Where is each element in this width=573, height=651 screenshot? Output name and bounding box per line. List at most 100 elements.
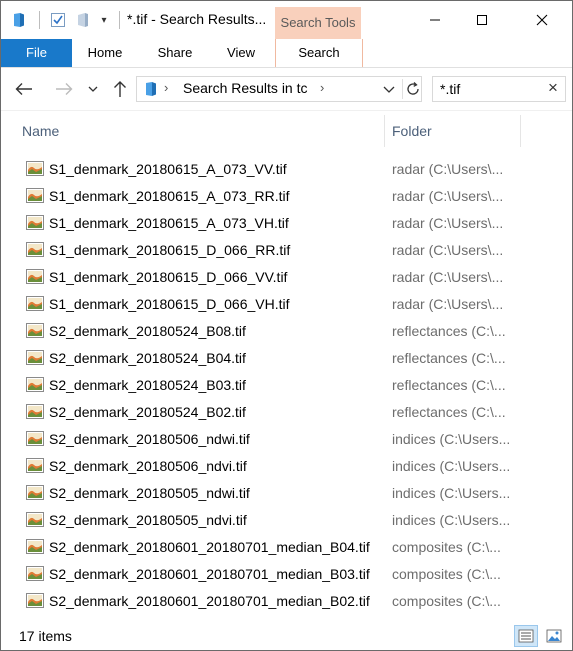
table-row[interactable]: S2_denmark_20180506_ndwi.tif indices (C:\…	[1, 426, 572, 453]
file-folder: radar (C:\Users\...	[392, 269, 504, 285]
new-folder-icon[interactable]	[75, 11, 91, 29]
table-row[interactable]: S2_denmark_20180524_B03.tif reflectances …	[1, 372, 572, 399]
item-count: 17 items	[19, 628, 72, 644]
image-file-icon	[26, 242, 44, 257]
file-name[interactable]: S2_denmark_20180601_20180701_median_B03.…	[49, 566, 370, 582]
back-button[interactable]	[11, 78, 37, 100]
table-row[interactable]: S2_denmark_20180505_ndvi.tif indices (C:\…	[1, 507, 572, 534]
properties-icon[interactable]	[49, 11, 67, 29]
file-name[interactable]: S2_denmark_20180505_ndvi.tif	[49, 512, 247, 528]
table-row[interactable]: S2_denmark_20180601_20180701_median_B04.…	[1, 534, 572, 561]
tab-file[interactable]: File	[1, 39, 72, 67]
breadcrumb-chevron-icon[interactable]: ›	[164, 80, 168, 95]
forward-arrow-icon	[56, 83, 73, 95]
table-row[interactable]: S2_denmark_20180524_B02.tif reflectances …	[1, 399, 572, 426]
folder-icon[interactable]	[10, 11, 28, 29]
clear-search-icon[interactable]: ×	[543, 78, 563, 98]
tab-view[interactable]: View	[212, 39, 270, 67]
navigation-bar: › Search Results in tc › *.tif ×	[1, 68, 572, 111]
file-name[interactable]: S2_denmark_20180506_ndwi.tif	[49, 431, 250, 447]
column-divider[interactable]	[384, 115, 385, 147]
maximize-icon	[477, 15, 487, 25]
file-folder: radar (C:\Users\...	[392, 215, 504, 231]
breadcrumb-chevron-icon[interactable]: ›	[320, 80, 324, 95]
refresh-button[interactable]	[402, 79, 423, 99]
file-folder: reflectances (C:\...	[392, 404, 506, 420]
file-name[interactable]: S1_denmark_20180615_A_073_VV.tif	[49, 161, 287, 177]
minimize-button[interactable]	[412, 1, 458, 39]
column-headers: Name Folder	[1, 111, 572, 149]
title-bar: ▾ *.tif - Search Results... Search Tools	[1, 1, 572, 39]
address-bar[interactable]: › Search Results in tc ›	[136, 76, 422, 102]
column-header-name[interactable]: Name	[22, 123, 59, 139]
table-row[interactable]: S2_denmark_20180524_B04.tif reflectances …	[1, 345, 572, 372]
file-name[interactable]: S2_denmark_20180601_20180701_median_B04.…	[49, 539, 370, 555]
file-name[interactable]: S1_denmark_20180615_D_066_RR.tif	[49, 242, 290, 258]
large-icons-view-button[interactable]	[542, 625, 566, 647]
breadcrumb[interactable]: Search Results in tc	[183, 80, 308, 96]
image-file-icon	[26, 404, 44, 419]
column-header-folder[interactable]: Folder	[392, 123, 432, 139]
image-file-icon	[26, 485, 44, 500]
title-separator	[119, 11, 120, 29]
up-button[interactable]	[107, 78, 133, 100]
file-name[interactable]: S1_denmark_20180615_D_066_VH.tif	[49, 296, 290, 312]
search-input[interactable]: *.tif	[440, 81, 460, 97]
file-folder: radar (C:\Users\...	[392, 296, 504, 312]
table-row[interactable]: S1_denmark_20180615_A_073_RR.tif radar (C…	[1, 183, 572, 210]
file-folder: reflectances (C:\...	[392, 377, 506, 393]
image-file-icon	[26, 512, 44, 527]
forward-button[interactable]	[51, 78, 77, 100]
tab-share[interactable]: Share	[138, 39, 212, 67]
table-row[interactable]: S1_denmark_20180615_A_073_VH.tif radar (C…	[1, 210, 572, 237]
ribbon-tabs: File Home Share View Search	[1, 39, 572, 68]
file-name[interactable]: S2_denmark_20180524_B02.tif	[49, 404, 246, 420]
file-name[interactable]: S1_denmark_20180615_A_073_RR.tif	[49, 188, 290, 204]
table-row[interactable]: S2_denmark_20180505_ndwi.tif indices (C:\…	[1, 480, 572, 507]
tab-home[interactable]: Home	[72, 39, 138, 67]
status-bar: 17 items	[1, 624, 572, 650]
image-file-icon	[26, 431, 44, 446]
table-row[interactable]: S2_denmark_20180524_B08.tif reflectances …	[1, 318, 572, 345]
details-view-icon	[518, 629, 534, 643]
file-folder: indices (C:\Users...	[392, 458, 510, 474]
file-name[interactable]: S2_denmark_20180601_20180701_median_B02.…	[49, 593, 370, 609]
file-name[interactable]: S1_denmark_20180615_D_066_VV.tif	[49, 269, 287, 285]
chevron-down-icon	[383, 86, 395, 93]
table-row[interactable]: S1_denmark_20180615_D_066_VH.tif radar (C…	[1, 291, 572, 318]
file-folder: radar (C:\Users\...	[392, 188, 504, 204]
image-file-icon	[26, 539, 44, 554]
file-list: S1_denmark_20180615_A_073_VV.tifradar (C…	[1, 156, 572, 615]
file-folder: indices (C:\Users...	[392, 431, 510, 447]
table-row[interactable]: S1_denmark_20180615_A_073_VV.tif radar (C…	[1, 156, 572, 183]
window-title: *.tif - Search Results...	[127, 11, 267, 27]
column-divider[interactable]	[520, 115, 521, 147]
file-name[interactable]: S2_denmark_20180524_B03.tif	[49, 377, 246, 393]
tab-search[interactable]: Search	[275, 39, 363, 67]
file-name[interactable]: S1_denmark_20180615_A_073_VH.tif	[49, 215, 289, 231]
table-row[interactable]: S1_denmark_20180615_D_066_RR.tif radar (C…	[1, 237, 572, 264]
table-row[interactable]: S2_denmark_20180506_ndvi.tif indices (C:\…	[1, 453, 572, 480]
file-folder: indices (C:\Users...	[392, 485, 510, 501]
file-name[interactable]: S2_denmark_20180506_ndvi.tif	[49, 458, 247, 474]
recent-locations-button[interactable]	[84, 78, 102, 100]
table-row[interactable]: S1_denmark_20180615_D_066_VV.tif radar (C…	[1, 264, 572, 291]
maximize-button[interactable]	[459, 1, 505, 39]
table-row[interactable]: S2_denmark_20180601_20180701_median_B03.…	[1, 561, 572, 588]
file-folder: reflectances (C:\...	[392, 350, 506, 366]
customize-quick-access-arrow[interactable]: ▾	[97, 11, 111, 29]
close-button[interactable]	[519, 1, 565, 39]
image-file-icon	[26, 188, 44, 203]
search-box[interactable]: *.tif ×	[432, 76, 566, 102]
address-history-dropdown[interactable]	[383, 79, 395, 102]
file-name[interactable]: S2_denmark_20180505_ndwi.tif	[49, 485, 250, 501]
image-file-icon	[26, 269, 44, 284]
file-name[interactable]: S2_denmark_20180524_B08.tif	[49, 323, 246, 339]
file-name[interactable]: S2_denmark_20180524_B04.tif	[49, 350, 246, 366]
table-row[interactable]: S2_denmark_20180601_20180701_median_B02.…	[1, 588, 572, 615]
image-file-icon	[26, 377, 44, 392]
details-view-button[interactable]	[514, 625, 538, 647]
image-file-icon	[26, 215, 44, 230]
image-file-icon	[26, 458, 44, 473]
file-folder: composites (C:\...	[392, 566, 501, 582]
